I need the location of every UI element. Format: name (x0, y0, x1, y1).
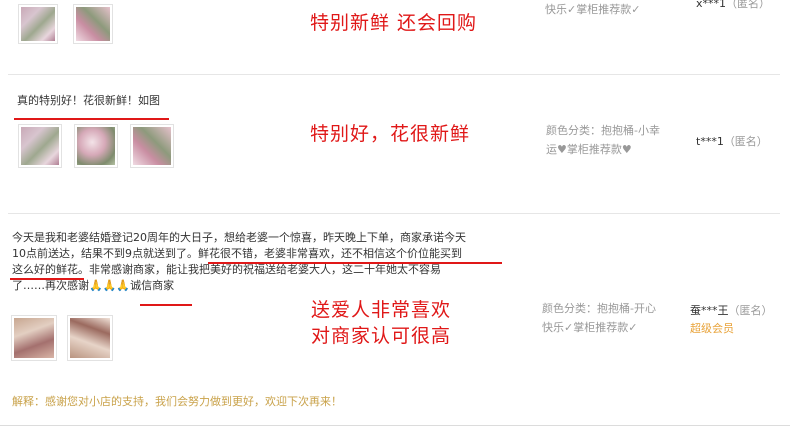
divider (8, 74, 780, 75)
sku-value: 快乐✓掌柜推荐款✓ (545, 3, 641, 16)
reviewer-name: t***1（匿名） (696, 135, 768, 148)
seller-reply: 解释：感谢您对小店的支持，我们会努力做到更好，欢迎下次再来！ (12, 395, 342, 408)
review-photo[interactable] (18, 124, 62, 168)
highlight-underline (14, 118, 169, 120)
annotation-text: 送爱人非常喜欢 对商家认可很高 (311, 299, 452, 347)
review-photo[interactable] (11, 315, 57, 361)
reviewer-name: 蚕***王（匿名） (690, 304, 773, 317)
highlight-underline (10, 278, 84, 280)
divider (8, 213, 780, 214)
highlight-underline (140, 304, 192, 306)
sku-info: 快乐✓掌柜推荐款✓ (545, 0, 640, 19)
annotation-text: 特别好，花很新鲜 (310, 123, 471, 145)
annotation-text: 特别新鲜 还会回购 (310, 12, 478, 34)
review-photo[interactable] (73, 4, 113, 44)
review-text: 真的特别好！花很新鲜！如图 (17, 94, 160, 107)
review-photo[interactable] (67, 315, 113, 361)
sku-info: 颜色分类：抱抱桶-开心 快乐✓掌柜推荐款✓ (542, 302, 656, 334)
review-photo[interactable] (74, 124, 118, 168)
member-badge: 超级会员 (690, 322, 734, 335)
divider (0, 425, 790, 426)
review-photo[interactable] (18, 4, 58, 44)
review-photo[interactable] (130, 124, 174, 168)
sku-info: 颜色分类：抱抱桶-小幸 运♥掌柜推荐款♥ (546, 124, 660, 156)
reviewer-name: x***1（匿名） (696, 0, 771, 10)
highlight-underline (208, 262, 502, 264)
